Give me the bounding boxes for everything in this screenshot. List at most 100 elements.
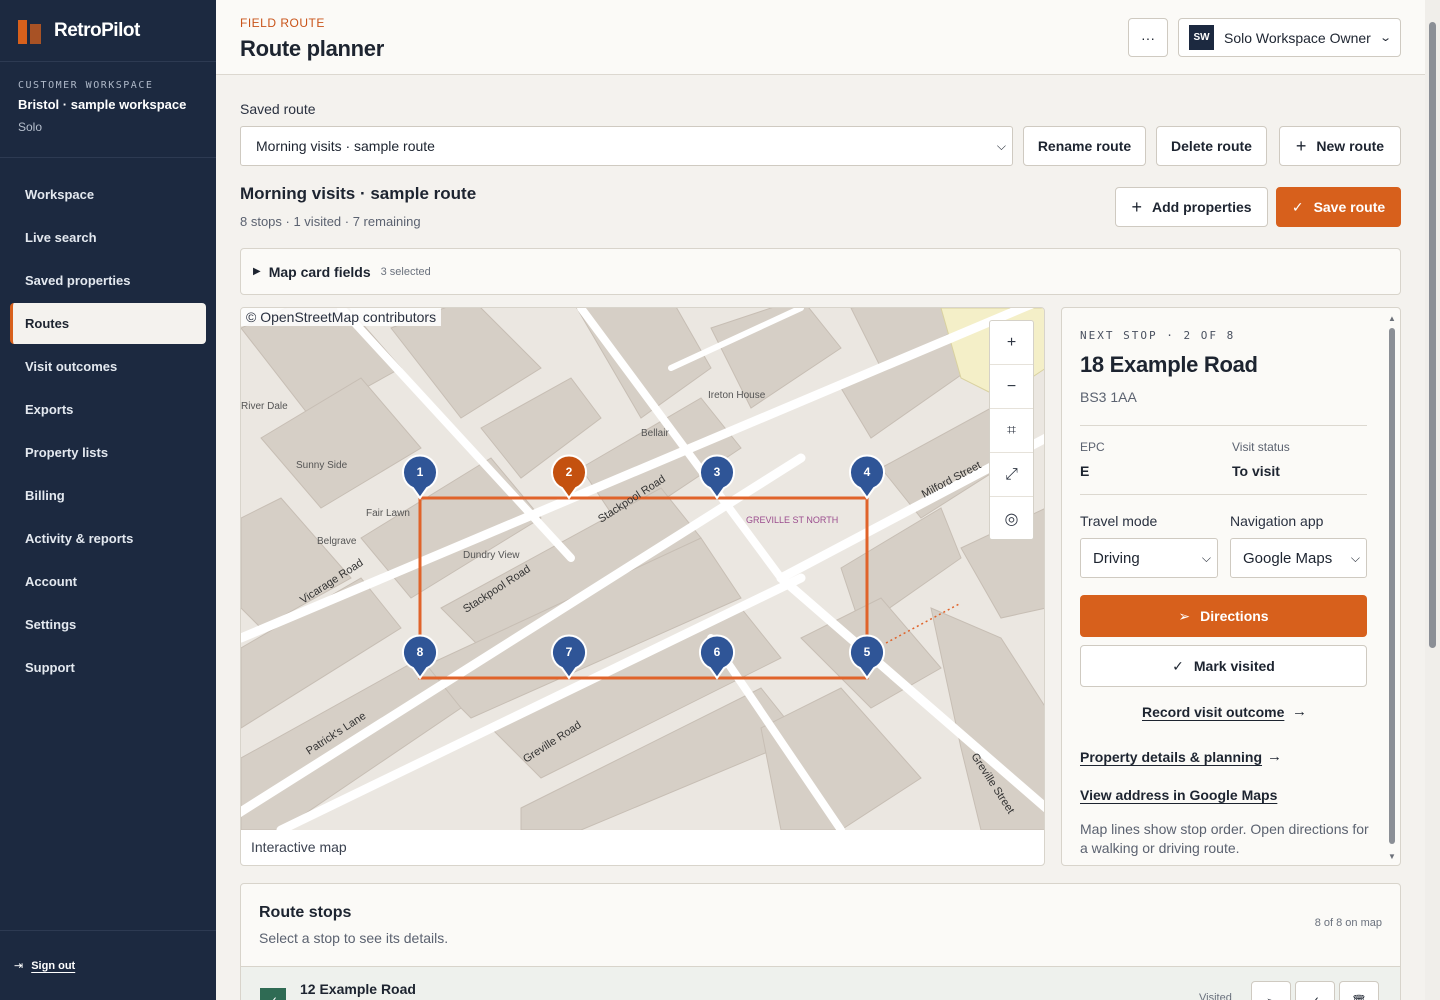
place-label: GREVILLE ST NORTH [746, 515, 838, 525]
record-visit-outcome-link[interactable]: Record visit outcome [1142, 704, 1284, 720]
sidebar-item-support[interactable]: Support [10, 647, 206, 688]
sidebar-nav: Workspace Live search Saved properties R… [0, 158, 216, 688]
list-item[interactable]: ✓ 12 Example Road Visited ➢ ✓ 🗑 [241, 966, 1400, 1000]
interactive-map[interactable]: Stackpool Road Stackpool Road Vicarage R… [241, 308, 1045, 830]
place-label: Ireton House [708, 390, 766, 401]
zoom-in-icon[interactable]: + [990, 321, 1033, 365]
sidebar-item-workspace[interactable]: Workspace [10, 174, 206, 215]
route-stops-title: Route stops [259, 904, 352, 921]
sidebar-item-visit-outcomes[interactable]: Visit outcomes [10, 346, 206, 387]
check-icon: ✓ [1291, 198, 1304, 215]
place-label: Sunny Side [296, 460, 348, 471]
page-title: Route planner [240, 36, 384, 61]
navigation-app-label: Navigation app [1230, 513, 1324, 529]
add-properties-button[interactable]: + Add properties [1115, 187, 1268, 227]
sidebar-item-property-lists[interactable]: Property lists [10, 432, 206, 473]
epc-value: E [1080, 463, 1090, 479]
add-properties-label: Add properties [1151, 199, 1252, 215]
workspace-info: CUSTOMER WORKSPACE Bristol · sample work… [0, 62, 216, 158]
saved-route-select[interactable]: Morning visits · sample route ⌵ [240, 126, 1013, 166]
sidebar-item-account[interactable]: Account [10, 561, 206, 602]
directions-button[interactable]: ➢ Directions [1080, 595, 1367, 637]
sidebar-item-activity-reports[interactable]: Activity & reports [10, 518, 206, 559]
scroll-down-icon[interactable]: ▼ [1388, 852, 1396, 861]
plus-icon: + [1131, 196, 1142, 217]
navigation-app-select[interactable]: Google Maps ⌵ [1230, 538, 1367, 578]
map-attribution[interactable]: © OpenStreetMap contributors [241, 308, 442, 326]
save-route-label: Save route [1313, 199, 1386, 215]
map-card-fields-count: 3 selected [380, 265, 431, 278]
view-google-maps-link[interactable]: View address in Google Maps [1080, 787, 1277, 803]
brand[interactable]: RetroPilot [0, 0, 216, 62]
locate-icon[interactable]: ◎ [990, 497, 1033, 541]
map-card: Stackpool Road Stackpool Road Vicarage R… [240, 307, 1045, 866]
brand-logo [18, 18, 42, 44]
map-canvas[interactable]: Stackpool Road Stackpool Road Vicarage R… [241, 308, 1045, 830]
chevron-down-icon: ⌵ [1201, 551, 1211, 565]
chevron-down-icon: ⌵ [1350, 551, 1360, 565]
sidebar: RetroPilot CUSTOMER WORKSPACE Bristol · … [0, 0, 216, 1000]
map-pin-label: 5 [864, 645, 871, 659]
travel-mode-select[interactable]: Driving ⌵ [1080, 538, 1218, 578]
map-pin-label: 6 [714, 645, 721, 659]
property-details-link[interactable]: Property details & planning [1080, 749, 1262, 765]
place-label: Bellair [641, 428, 669, 439]
more-button[interactable]: ··· [1128, 18, 1168, 57]
check-icon[interactable]: ✓ [1295, 981, 1335, 1000]
mark-visited-label: Mark visited [1193, 658, 1275, 674]
route-name: Morning visits · sample route [240, 184, 477, 203]
divider [1080, 494, 1367, 495]
panel-scroll-thumb[interactable] [1389, 328, 1395, 844]
sidebar-item-saved-properties[interactable]: Saved properties [10, 260, 206, 301]
page-header: FIELD ROUTE Route planner ··· SW Solo Wo… [216, 0, 1425, 75]
travel-mode-value: Driving [1093, 549, 1140, 567]
map-pin-label: 2 [566, 465, 573, 479]
new-route-button[interactable]: + New route [1279, 126, 1401, 166]
plus-icon: + [1295, 135, 1307, 156]
account-menu-button[interactable]: SW Solo Workspace Owner ⌄ [1178, 18, 1401, 57]
page-scroll-thumb[interactable] [1429, 22, 1436, 648]
map-caption: Interactive map [251, 839, 347, 855]
visited-check-icon: ✓ [260, 988, 286, 1000]
zoom-out-icon[interactable]: − [990, 365, 1033, 409]
sidebar-item-settings[interactable]: Settings [10, 604, 206, 645]
next-stop-panel: NEXT STOP · 2 OF 8 18 Example Road BS3 1… [1061, 307, 1401, 866]
map-card-fields-title: Map card fields [268, 263, 371, 280]
page-scrollbar[interactable] [1425, 0, 1440, 1000]
save-route-button[interactable]: ✓ Save route [1276, 187, 1401, 227]
scroll-up-icon[interactable]: ▲ [1388, 314, 1396, 323]
map-pin-label: 3 [714, 465, 721, 479]
sign-out-icon: ⇥ [14, 960, 24, 972]
mark-visited-button[interactable]: ✓ Mark visited [1080, 645, 1367, 687]
panel-scrollbar[interactable]: ▲ ▼ [1388, 314, 1396, 861]
chevron-down-icon: ⌄ [1378, 32, 1392, 44]
navigate-arrow-icon[interactable]: ➢ [1251, 981, 1291, 1000]
sidebar-item-routes[interactable]: Routes [10, 303, 206, 344]
sidebar-item-live-search[interactable]: Live search [10, 217, 206, 258]
map-pin-label: 1 [417, 465, 424, 479]
delete-route-button[interactable]: Delete route [1156, 126, 1267, 166]
map-pin-label: 7 [566, 645, 573, 659]
visit-status-label: Visit status [1232, 440, 1290, 454]
next-stop-postcode: BS3 1AA [1080, 389, 1137, 405]
route-stops-count: 8 of 8 on map [1314, 917, 1382, 929]
workspace-kicker: CUSTOMER WORKSPACE [18, 80, 154, 91]
place-label: Dundry View [463, 550, 520, 561]
workspace-plan: Solo [18, 120, 43, 134]
place-label: River Dale [241, 401, 288, 412]
fit-route-icon[interactable]: ⌗ [990, 409, 1033, 453]
fullscreen-icon[interactable]: ⤢ [990, 453, 1033, 497]
divider [1080, 425, 1367, 426]
sign-out-link[interactable]: ⇥ Sign out [0, 930, 216, 1000]
map-lines-note: Map lines show stop order. Open directio… [1080, 821, 1369, 856]
map-pin-label: 4 [864, 465, 871, 479]
travel-mode-label: Travel mode [1080, 513, 1158, 529]
arrow-right-icon: → [1267, 748, 1282, 765]
sidebar-item-exports[interactable]: Exports [10, 389, 206, 430]
navigation-app-value: Google Maps [1243, 549, 1333, 567]
trash-icon[interactable]: 🗑 [1339, 981, 1379, 1000]
avatar: SW [1189, 25, 1214, 50]
sidebar-item-billing[interactable]: Billing [10, 475, 206, 516]
rename-route-button[interactable]: Rename route [1023, 126, 1146, 166]
map-card-fields-toggle[interactable]: ▶ Map card fields 3 selected [240, 248, 1401, 295]
